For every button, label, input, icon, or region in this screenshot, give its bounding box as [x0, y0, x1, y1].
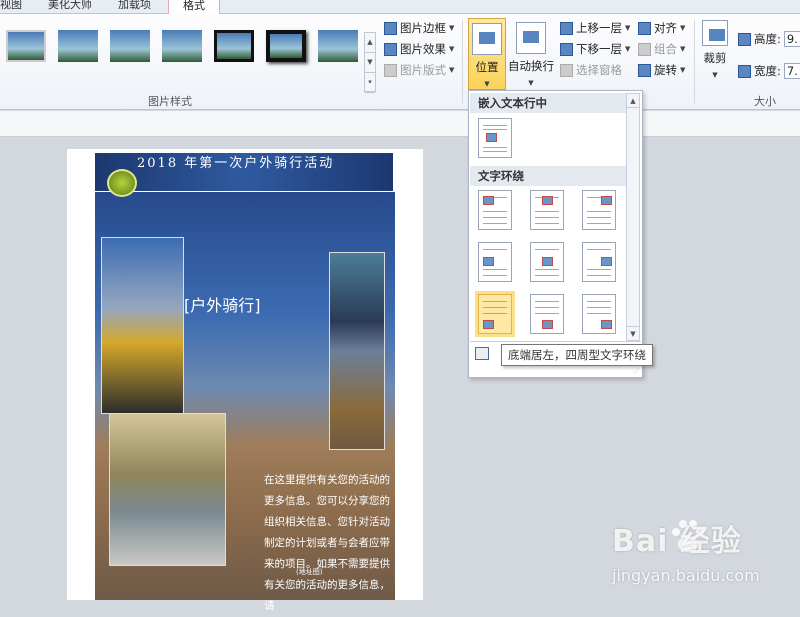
chevron-down-icon: ▼	[484, 80, 490, 88]
picture-layout-icon	[384, 63, 397, 77]
crop-button[interactable]: 裁剪 ▼	[700, 20, 730, 86]
wrap-middle-right-option[interactable]	[582, 242, 616, 282]
picture-style-option[interactable]	[110, 30, 150, 62]
picture-style-option[interactable]	[162, 30, 202, 62]
menu-divider	[470, 341, 641, 342]
picture-layout-button[interactable]: 图片版式 ▼	[384, 62, 454, 78]
size-group-label: 大小	[754, 95, 776, 108]
wrap-top-center-option[interactable]	[530, 190, 564, 230]
banner-title: 2018 年第一次户外骑行活动	[137, 156, 335, 171]
chevron-down-icon: ▼	[625, 24, 631, 32]
dropdown-scrollbar[interactable]: ▲ ▼	[626, 93, 640, 341]
chevron-down-icon: ▼	[449, 45, 455, 53]
wrap-bottom-center-option[interactable]	[530, 294, 564, 334]
wrap-middle-center-option[interactable]	[530, 242, 564, 282]
more-layout-options-icon[interactable]	[475, 347, 489, 360]
cyclist-photo[interactable]	[101, 237, 184, 414]
send-backward-icon	[560, 42, 573, 56]
crop-icon	[702, 20, 728, 46]
chevron-down-icon: ▼	[680, 24, 686, 32]
wrap-header: 文字环绕	[470, 166, 627, 186]
tab-addins[interactable]: 加载项	[118, 0, 151, 14]
cyclist-photo[interactable]	[329, 252, 385, 450]
inline-with-text-option[interactable]	[478, 118, 512, 158]
width-field[interactable]: 宽度: 7.	[738, 63, 800, 79]
club-logo	[107, 169, 137, 197]
position-icon	[472, 23, 502, 55]
bring-forward-icon	[560, 21, 573, 35]
align-icon	[638, 21, 651, 35]
group-icon	[638, 42, 651, 56]
wrap-top-right-option[interactable]	[582, 190, 616, 230]
picture-effects-button[interactable]: 图片效果 ▼	[384, 41, 454, 57]
small-label: (地址图)	[296, 568, 323, 576]
chevron-down-icon: ▼	[680, 66, 686, 74]
wrap-text-icon	[516, 22, 546, 54]
tab-beautify[interactable]: 美化大师	[48, 0, 92, 14]
picture-border-button[interactable]: 图片边框 ▼	[384, 20, 454, 36]
chevron-down-icon: ▼	[625, 45, 631, 53]
resize-grip-icon[interactable]: ⋰	[633, 368, 639, 375]
ribbon: ▲ ▼ ▾ 图片边框 ▼ 图片效果 ▼ 图片版式 ▼ 图片样式 位置 ▼ 自动换行 ▼…	[0, 14, 800, 110]
chevron-down-icon: ▼	[449, 24, 455, 32]
scroll-up-icon[interactable]: ▲	[365, 33, 375, 53]
wrap-text-button[interactable]: 自动换行 ▼	[508, 18, 554, 90]
wrap-middle-left-option[interactable]	[478, 242, 512, 282]
height-input[interactable]: 9.	[783, 31, 800, 47]
align-button[interactable]: 对齐 ▼	[638, 20, 685, 36]
gallery-scroll[interactable]: ▲ ▼ ▾	[364, 32, 376, 93]
watermark-url: jingyan.baidu.com	[612, 566, 760, 585]
picture-border-icon	[384, 21, 397, 35]
wrap-bottom-right-option[interactable]	[582, 294, 616, 334]
selection-pane-button[interactable]: 选择窗格	[560, 62, 622, 78]
chevron-down-icon: ▼	[449, 66, 455, 74]
picture-style-option[interactable]	[318, 30, 358, 62]
page-caption: [户外骑行]	[184, 296, 261, 315]
width-icon	[738, 64, 751, 78]
scroll-down-icon[interactable]: ▼	[627, 326, 639, 340]
chevron-down-icon: ▼	[680, 45, 686, 53]
picture-style-gallery	[0, 20, 368, 92]
selection-pane-icon	[560, 63, 573, 77]
width-input[interactable]: 7.	[783, 63, 800, 79]
wrap-bottom-left-option[interactable]	[475, 291, 515, 337]
ruler	[0, 111, 800, 137]
option-tooltip: 底端居左，四周型文字环绕	[501, 344, 653, 366]
tab-format[interactable]: 格式	[168, 0, 220, 14]
watermark-brand: Bai 经验	[612, 524, 742, 559]
picture-styles-group-label: 图片样式	[148, 95, 192, 108]
group-divider	[694, 20, 695, 104]
gallery-more-icon[interactable]: ▾	[365, 73, 375, 93]
body-text: 在这里提供有关您的活动的更多信息。您可以分享您的组织相关信息、您针对活动制定的计…	[264, 474, 390, 612]
group-button[interactable]: 组合 ▼	[638, 41, 685, 57]
picture-effects-icon	[384, 42, 397, 56]
rotate-icon	[638, 63, 651, 77]
chevron-down-icon: ▼	[712, 71, 718, 79]
cyclist-photo[interactable]	[109, 413, 226, 566]
position-dropdown: 嵌入文本行中 文字环绕 ▲ ▼ ⋰	[468, 90, 643, 378]
ribbon-tab-bar: 视图 美化大师 加载项 格式	[0, 0, 800, 14]
position-button[interactable]: 位置 ▼	[468, 18, 506, 90]
picture-style-option[interactable]	[214, 30, 254, 62]
send-backward-button[interactable]: 下移一层 ▼	[560, 41, 630, 57]
height-icon	[738, 32, 751, 46]
bring-forward-button[interactable]: 上移一层 ▼	[560, 20, 630, 36]
wrap-top-left-option[interactable]	[478, 190, 512, 230]
scroll-down-icon[interactable]: ▼	[365, 53, 375, 73]
scroll-up-icon[interactable]: ▲	[627, 94, 639, 108]
picture-style-option[interactable]	[58, 30, 98, 62]
chevron-down-icon: ▼	[528, 79, 534, 87]
picture-style-option[interactable]	[266, 30, 306, 62]
tab-view[interactable]: 视图	[0, 0, 22, 14]
group-divider	[462, 20, 463, 104]
height-field[interactable]: 高度: 9.	[738, 31, 800, 47]
picture-style-option[interactable]	[6, 30, 46, 62]
inline-header: 嵌入文本行中	[470, 93, 627, 113]
rotate-button[interactable]: 旋转 ▼	[638, 62, 685, 78]
